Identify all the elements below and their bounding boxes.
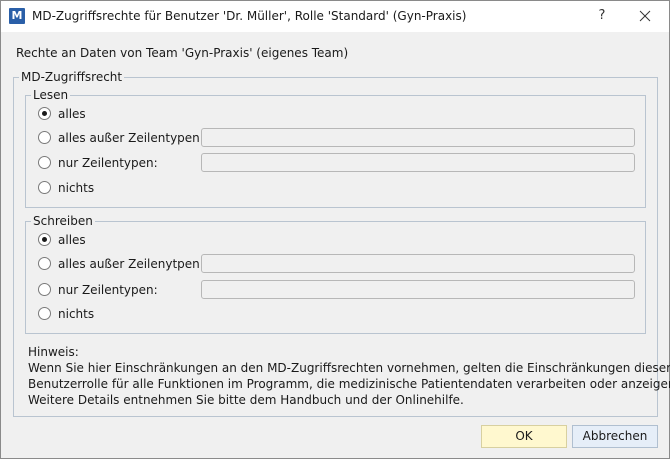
app-logo-icon: M	[9, 8, 25, 24]
close-button[interactable]	[634, 5, 656, 27]
read-legend: Lesen	[31, 88, 71, 102]
title-bar: M MD-Zugriffsrechte für Benutzer 'Dr. Mü…	[1, 1, 669, 32]
write-except-label[interactable]: alles außer Zeilenytpen:	[58, 257, 204, 271]
read-all-label[interactable]: alles	[58, 107, 86, 121]
hint-text: Hinweis: Wenn Sie hier Einschränkungen a…	[28, 344, 670, 408]
write-only-label[interactable]: nur Zeilentypen:	[58, 283, 158, 297]
read-except-label[interactable]: alles außer Zeilentypen:	[58, 131, 204, 145]
window-title: MD-Zugriffsrechte für Benutzer 'Dr. Müll…	[32, 9, 467, 23]
read-all-radio[interactable]	[38, 107, 51, 120]
read-group	[25, 95, 646, 208]
team-scope-label: Rechte an Daten von Team 'Gyn-Praxis' (e…	[16, 46, 349, 60]
ok-button[interactable]: OK	[481, 425, 567, 448]
read-except-field[interactable]	[201, 128, 635, 147]
md-access-legend: MD-Zugriffsrecht	[19, 70, 125, 84]
hint-heading: Hinweis:	[28, 345, 79, 359]
write-only-radio[interactable]	[38, 283, 51, 296]
write-except-radio[interactable]	[38, 257, 51, 270]
read-none-label[interactable]: nichts	[58, 181, 94, 195]
write-except-field[interactable]	[201, 254, 635, 273]
write-legend: Schreiben	[31, 214, 95, 228]
write-none-label[interactable]: nichts	[58, 307, 94, 321]
read-none-radio[interactable]	[38, 181, 51, 194]
read-only-label[interactable]: nur Zeilentypen:	[58, 156, 158, 170]
hint-line: Benutzerrolle für alle Funktionen im Pro…	[28, 377, 670, 391]
hint-line: Wenn Sie hier Einschränkungen an den MD-…	[28, 361, 670, 375]
hint-line: Weitere Details entnehmen Sie bitte dem …	[28, 393, 464, 407]
write-group	[25, 221, 646, 334]
read-except-radio[interactable]	[38, 131, 51, 144]
read-only-radio[interactable]	[38, 156, 51, 169]
read-only-field[interactable]	[201, 153, 635, 172]
close-icon	[639, 10, 651, 22]
help-button[interactable]: ?	[591, 5, 613, 27]
write-none-radio[interactable]	[38, 307, 51, 320]
cancel-button[interactable]: Abbrechen	[572, 425, 658, 448]
write-only-field[interactable]	[201, 280, 635, 299]
dialog-window: M MD-Zugriffsrechte für Benutzer 'Dr. Mü…	[0, 0, 670, 459]
write-all-label[interactable]: alles	[58, 233, 86, 247]
write-all-radio[interactable]	[38, 233, 51, 246]
